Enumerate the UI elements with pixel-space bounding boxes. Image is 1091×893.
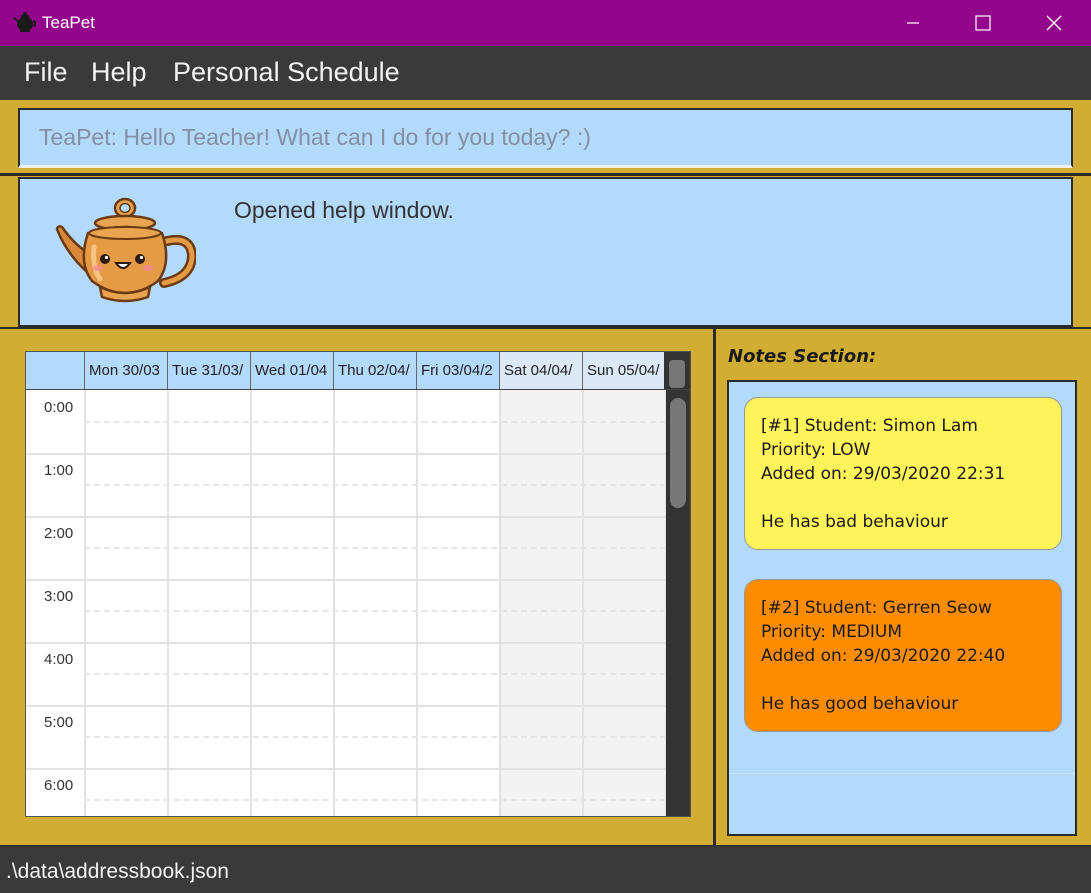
result-message: Opened help window. (234, 197, 454, 223)
hour-grid-line (26, 642, 666, 644)
note-spacer (761, 668, 1061, 692)
note-content: He has bad behaviour (761, 512, 948, 532)
hour-grid-line (26, 768, 666, 770)
half-hour-grid-line (84, 610, 666, 612)
note-added-date: Added on: 29/03/2020 22:31 (761, 464, 1006, 484)
hour-grid-line (26, 579, 666, 581)
note-header: [#2] Student: Gerren Seow (761, 598, 992, 618)
main-content: Sun 05/04/Sat 04/04/Fri 03/04/2 Thu 02/04… (0, 327, 1091, 847)
teapot-icon (12, 10, 38, 34)
teapot-mascot (55, 197, 196, 303)
hour-grid-line (26, 516, 666, 518)
menu-personal-schedule[interactable]: Personal Schedule (173, 57, 400, 88)
half-hour-grid-line (84, 673, 666, 675)
note-spacer (761, 486, 1061, 510)
minimize-button[interactable] (890, 0, 936, 46)
list-cell-divider (729, 773, 1075, 774)
time-label: 1:00 (44, 462, 74, 479)
status-bar: .\data\addressbook.json (0, 845, 1091, 893)
schedule-calendar: Sun 05/04/Sat 04/04/Fri 03/04/2 Thu 02/04… (25, 351, 691, 817)
half-hour-grid-line (84, 799, 666, 801)
half-hour-grid-line (84, 547, 666, 549)
calendar-scroll-thumb[interactable] (670, 398, 686, 508)
note-card[interactable]: [#1] Student: Simon Lam Priority: LOW Adde… (744, 397, 1062, 550)
result-display: Opened help window. (18, 177, 1073, 327)
note-content: He has good behaviour (761, 694, 959, 714)
half-hour-grid-line (84, 421, 666, 423)
window-title: TeaPet (42, 13, 95, 32)
minimize-icon (907, 22, 919, 24)
note-priority: Priority: LOW (761, 440, 871, 460)
day-header: Wed 01/04 (250, 352, 333, 389)
command-box-container (0, 100, 1091, 176)
half-hour-grid-line (84, 736, 666, 738)
day-header: Fri 03/04/2 (416, 352, 499, 389)
day-header: Mon 30/03 (84, 352, 167, 389)
day-header: Thu 02/04/ (333, 352, 416, 389)
time-label: 0:00 (44, 399, 74, 416)
app-window: TeaPet File Help Personal Schedule TeaPe… (0, 0, 1091, 893)
day-header: Tue 31/03/ (167, 352, 250, 389)
day-header: Sun 05/04/ (582, 352, 665, 389)
time-label: 4:00 (44, 651, 74, 668)
title-bar[interactable]: TeaPet (0, 0, 1091, 46)
hour-grid-line (26, 705, 666, 707)
maximize-button[interactable] (960, 0, 1006, 46)
hour-grid-line (26, 453, 666, 455)
time-label: 3:00 (44, 588, 74, 605)
calendar-header: Sun 05/04/Sat 04/04/Fri 03/04/2 Thu 02/04… (26, 352, 690, 390)
status-file-path: .\data\addressbook.json (6, 860, 229, 883)
notes-section-title: Notes Section: (728, 346, 877, 367)
header-scroll-cap (664, 352, 690, 389)
note-header: [#1] Student: Simon Lam (761, 416, 978, 436)
notes-list[interactable]: [#1] Student: Simon Lam Priority: LOW Adde… (727, 380, 1077, 836)
result-display-container: Opened help window. (0, 177, 1091, 327)
half-hour-grid-line (84, 484, 666, 486)
time-label: 2:00 (44, 525, 74, 542)
note-card[interactable]: [#2] Student: Gerren Seow Priority: MEDIU… (744, 579, 1062, 732)
note-priority: Priority: MEDIUM (761, 622, 903, 642)
time-label: 6:00 (44, 777, 74, 794)
time-label: 5:00 (44, 714, 74, 731)
maximize-icon (975, 15, 991, 31)
note-added-date: Added on: 29/03/2020 22:40 (761, 646, 1006, 666)
menu-file[interactable]: File (24, 57, 68, 88)
calendar-body[interactable]: 0:00 1:00 2:00 3:00 4:00 5:00 6:00 (26, 390, 690, 816)
calendar-scrollbar[interactable] (666, 390, 690, 816)
split-divider[interactable] (713, 329, 716, 847)
close-icon (1046, 15, 1062, 31)
day-header: Sat 04/04/ (499, 352, 582, 389)
close-button[interactable] (1031, 0, 1077, 46)
menu-bar: File Help Personal Schedule (0, 46, 1091, 100)
menu-help[interactable]: Help (91, 57, 147, 88)
command-box (18, 108, 1073, 168)
command-input[interactable] (20, 110, 1071, 165)
